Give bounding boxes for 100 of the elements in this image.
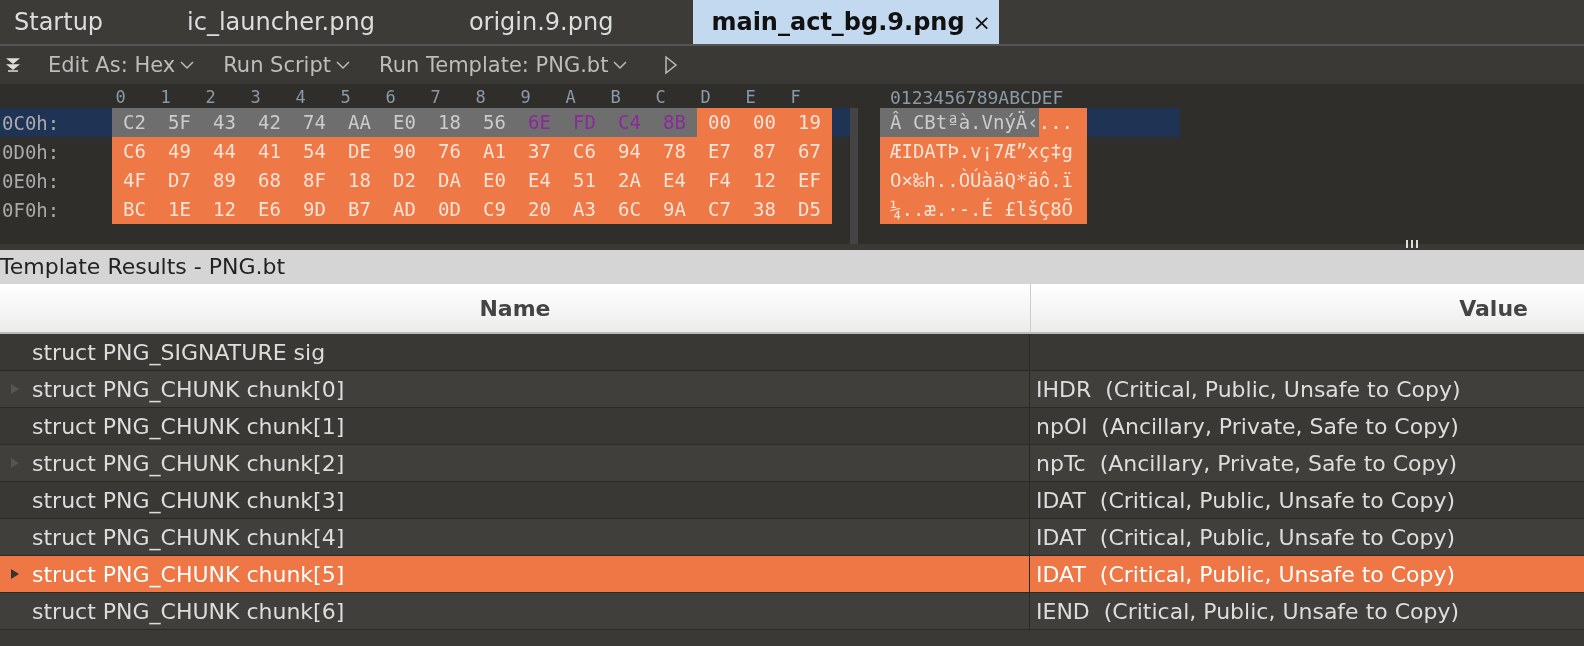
- column-header[interactable]: Value: [1031, 284, 1584, 332]
- collapse-icon[interactable]: [6, 58, 20, 72]
- hex-byte[interactable]: 54: [292, 137, 337, 166]
- hex-byte[interactable]: 5F: [157, 108, 202, 137]
- hex-byte[interactable]: A1: [472, 137, 517, 166]
- hex-byte[interactable]: 18: [427, 108, 472, 137]
- hex-byte[interactable]: 00: [697, 108, 742, 137]
- hex-byte[interactable]: 67: [787, 137, 832, 166]
- hex-byte[interactable]: 00: [742, 108, 787, 137]
- column-header: E: [744, 87, 757, 107]
- hex-byte[interactable]: C9: [472, 195, 517, 224]
- tree-row[interactable]: struct PNG_CHUNK chunk[5] IDAT (Critical, Public, Unsafe to Copy): [0, 556, 1584, 593]
- ascii-text: ÆIDATÞ.v¡7Æ”xç‡g: [880, 137, 1088, 166]
- hex-byte[interactable]: 9A: [652, 195, 697, 224]
- dropdown-button[interactable]: Edit As: Hex: [48, 53, 196, 77]
- play-icon[interactable]: [664, 55, 679, 75]
- hex-byte[interactable]: 51: [562, 166, 607, 195]
- hex-byte[interactable]: 4F: [112, 166, 157, 195]
- hex-byte[interactable]: B7: [337, 195, 382, 224]
- tree-row[interactable]: struct PNG_CHUNK chunk[6] IEND (Critical, Public, Unsafe to Copy): [0, 593, 1584, 630]
- hex-byte[interactable]: C2: [112, 108, 157, 137]
- tab[interactable]: origin.9.png: [454, 0, 628, 44]
- dropdown-button[interactable]: Run Script: [223, 53, 352, 77]
- hex-byte[interactable]: FD: [562, 108, 607, 137]
- tree-row[interactable]: struct PNG_CHUNK chunk[4] IDAT (Critical, Public, Unsafe to Copy): [0, 519, 1584, 556]
- hex-byte[interactable]: E7: [697, 137, 742, 166]
- tree-row[interactable]: struct PNG_CHUNK chunk[2] npTc (Ancillary, Private, Safe to Copy): [0, 445, 1584, 482]
- hex-byte[interactable]: 94: [607, 137, 652, 166]
- name-cell: struct PNG_CHUNK chunk[6]: [32, 598, 345, 624]
- hex-byte[interactable]: 20: [517, 195, 562, 224]
- expand-arrow-icon[interactable]: [10, 568, 20, 580]
- column-header: C: [654, 87, 667, 107]
- hex-byte[interactable]: 68: [247, 166, 292, 195]
- hex-byte[interactable]: 2A: [607, 166, 652, 195]
- hex-byte[interactable]: 49: [157, 137, 202, 166]
- hex-byte[interactable]: 37: [517, 137, 562, 166]
- name-cell: struct PNG_CHUNK chunk[5]: [32, 561, 345, 587]
- hex-byte[interactable]: 87: [742, 137, 787, 166]
- hex-byte[interactable]: EF: [787, 166, 832, 195]
- column-header[interactable]: Name: [0, 284, 1031, 332]
- hex-byte[interactable]: AA: [337, 108, 382, 137]
- hex-byte[interactable]: DE: [337, 137, 382, 166]
- caret-icon: [179, 60, 196, 70]
- hex-byte[interactable]: 44: [202, 137, 247, 166]
- hex-byte[interactable]: 18: [337, 166, 382, 195]
- hex-byte[interactable]: 76: [427, 137, 472, 166]
- column-header: 1: [159, 87, 172, 107]
- hex-byte[interactable]: 90: [382, 137, 427, 166]
- hex-byte[interactable]: D7: [157, 166, 202, 195]
- value-cell: IDAT (Critical, Public, Unsafe to Copy): [1036, 487, 1456, 513]
- hex-byte[interactable]: E4: [652, 166, 697, 195]
- tree-row[interactable]: struct PNG_CHUNK chunk[1] npOl (Ancillary, Private, Safe to Copy): [0, 408, 1584, 445]
- close-button[interactable]: ×: [972, 9, 992, 35]
- tab[interactable]: main_act_bg.9.png ×: [693, 0, 1000, 44]
- tree-row[interactable]: struct PNG_SIGNATURE sig: [0, 334, 1584, 371]
- hex-byte[interactable]: 12: [742, 166, 787, 195]
- name-cell: struct PNG_CHUNK chunk[3]: [32, 487, 345, 513]
- hex-byte[interactable]: A3: [562, 195, 607, 224]
- hex-byte[interactable]: C6: [112, 137, 157, 166]
- hex-byte[interactable]: D5: [787, 195, 832, 224]
- hex-byte[interactable]: 6C: [607, 195, 652, 224]
- hex-byte[interactable]: 8F: [292, 166, 337, 195]
- hex-byte[interactable]: 43: [202, 108, 247, 137]
- hex-byte[interactable]: BC: [112, 195, 157, 224]
- hex-byte[interactable]: E0: [382, 108, 427, 137]
- hex-byte[interactable]: E4: [517, 166, 562, 195]
- hex-byte[interactable]: 74: [292, 108, 337, 137]
- splitter-grip-icon[interactable]: [1405, 240, 1419, 248]
- tab[interactable]: ic_launcher.png: [173, 0, 389, 44]
- hex-byte[interactable]: 12: [202, 195, 247, 224]
- column-header: 2: [204, 87, 217, 107]
- hex-byte[interactable]: AD: [382, 195, 427, 224]
- hex-byte[interactable]: E6: [247, 195, 292, 224]
- tab[interactable]: Startup: [0, 0, 118, 44]
- hex-byte[interactable]: 0D: [427, 195, 472, 224]
- value-cell: npTc (Ancillary, Private, Safe to Copy): [1036, 450, 1458, 476]
- column-header: 8: [474, 87, 487, 107]
- hex-byte[interactable]: E0: [472, 166, 517, 195]
- dropdown-button[interactable]: Run Template: PNG.bt: [379, 53, 629, 77]
- hex-byte[interactable]: 8B: [652, 108, 697, 137]
- tree-row[interactable]: struct PNG_CHUNK chunk[0] IHDR (Critical, Public, Unsafe to Copy): [0, 371, 1584, 408]
- hex-byte[interactable]: 6E: [517, 108, 562, 137]
- hex-byte[interactable]: DA: [427, 166, 472, 195]
- hex-byte[interactable]: 9D: [292, 195, 337, 224]
- hex-byte[interactable]: 56: [472, 108, 517, 137]
- hex-byte[interactable]: 19: [787, 108, 832, 137]
- hex-byte[interactable]: C4: [607, 108, 652, 137]
- hex-byte[interactable]: 89: [202, 166, 247, 195]
- hex-byte[interactable]: D2: [382, 166, 427, 195]
- hex-byte[interactable]: 78: [652, 137, 697, 166]
- hex-byte[interactable]: 38: [742, 195, 787, 224]
- hex-byte[interactable]: 41: [247, 137, 292, 166]
- column-header: A: [564, 87, 577, 107]
- name-cell: struct PNG_CHUNK chunk[0]: [32, 376, 345, 402]
- hex-byte[interactable]: C6: [562, 137, 607, 166]
- hex-byte[interactable]: C7: [697, 195, 742, 224]
- hex-byte[interactable]: 42: [247, 108, 292, 137]
- hex-byte[interactable]: 1E: [157, 195, 202, 224]
- tree-row[interactable]: struct PNG_CHUNK chunk[3] IDAT (Critical, Public, Unsafe to Copy): [0, 482, 1584, 519]
- hex-byte[interactable]: F4: [697, 166, 742, 195]
